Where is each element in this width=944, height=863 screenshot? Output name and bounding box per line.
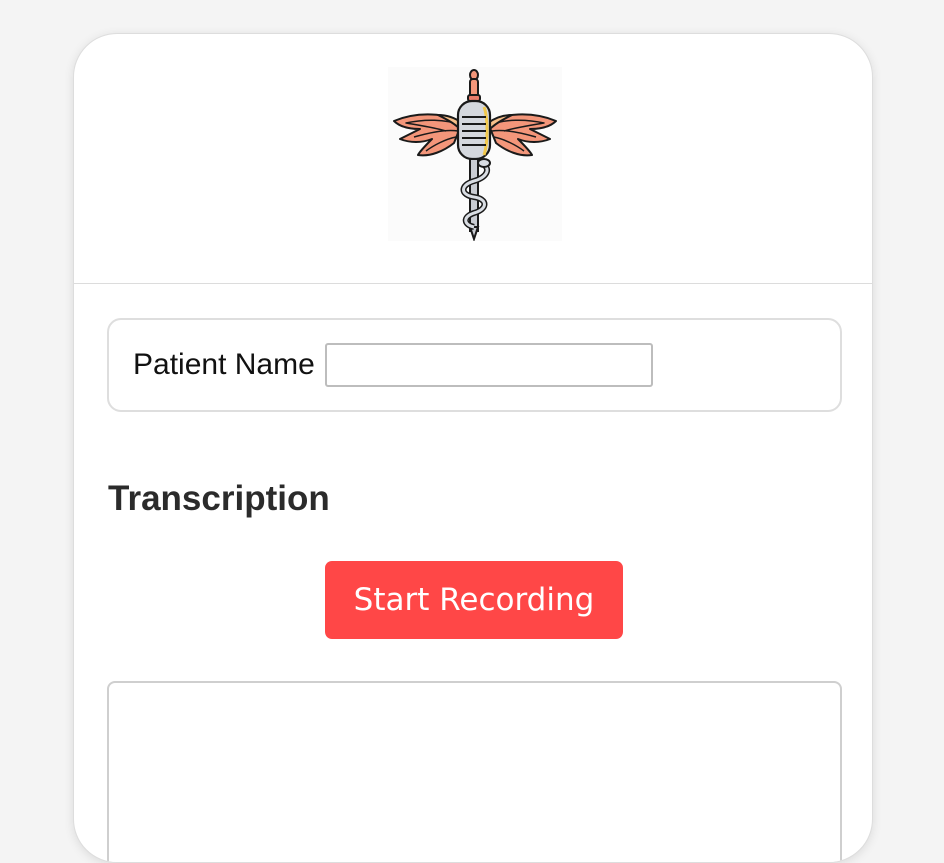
patient-name-input[interactable] <box>324 343 653 387</box>
right-wing <box>487 113 557 157</box>
left-wing <box>393 113 463 157</box>
header <box>74 34 872 284</box>
transcription-title: Transcription <box>108 479 330 518</box>
app-card: Patient Name Transcription Start Recordi… <box>73 33 873 863</box>
patient-name-box: Patient Name <box>107 318 842 412</box>
patient-name-label: Patient Name <box>133 348 315 381</box>
start-recording-button[interactable]: Start Recording <box>325 561 623 639</box>
transcription-textarea[interactable] <box>107 681 842 862</box>
caduceus-microphone-logo <box>388 67 562 241</box>
